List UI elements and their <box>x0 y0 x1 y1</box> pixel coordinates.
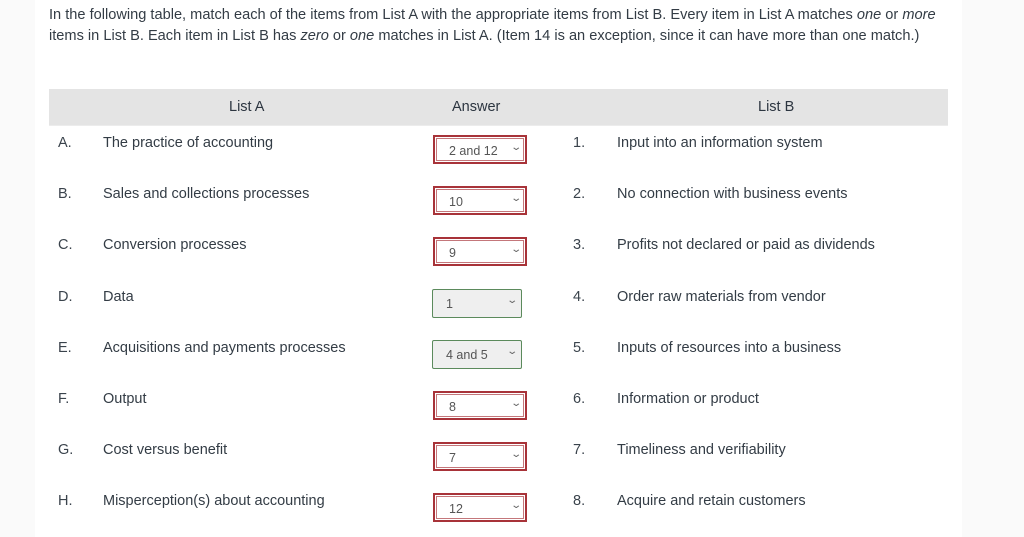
table-row: B. Sales and collections processes 10 ⌄ 2. No… <box>35 177 962 228</box>
answer-dropdown[interactable]: 12 ⌄ <box>433 493 527 523</box>
table-row: C. Conversion processes 9 ⌄ 3. Profits not de… <box>35 228 962 279</box>
instructions-emphasis: zero <box>300 28 329 44</box>
chevron-down-icon: ⌄ <box>509 500 522 512</box>
answer-dropdown[interactable]: 9 ⌄ <box>433 237 527 267</box>
answer-value: 12 <box>449 502 463 517</box>
answer-dropdown[interactable]: 7 ⌄ <box>433 442 527 472</box>
instructions-text: matches in List A. (Item 14 is an except… <box>374 28 920 44</box>
instructions-text: items in List B. Each item in List B has <box>49 28 301 44</box>
list-a-letter: G. <box>58 442 74 459</box>
list-b-item: Information or product <box>617 391 759 407</box>
list-a-letter: F. <box>58 391 70 407</box>
answer-dropdown[interactable]: 4 and 5 ⌄ <box>432 339 522 369</box>
list-a-letter: A. <box>58 135 72 151</box>
answer-value: 4 and 5 <box>446 347 488 362</box>
answer-value: 9 <box>449 246 456 261</box>
list-b-number: 6. <box>573 391 586 407</box>
answer-value: 10 <box>449 195 463 210</box>
list-a-letter: E. <box>58 339 72 356</box>
list-a-item: Conversion processes <box>103 237 247 254</box>
list-a-letter: D. <box>58 288 73 305</box>
list-b-number: 4. <box>573 288 586 305</box>
answer-value: 2 and 12 <box>449 144 498 158</box>
list-b-number: 5. <box>573 339 586 356</box>
table-row: G. Cost versus benefit 7 ⌄ 7. Timeliness and … <box>35 433 962 484</box>
chevron-down-icon: ⌄ <box>509 398 522 409</box>
list-b-item: Acquire and retain customers <box>617 493 806 510</box>
list-a-letter: H. <box>58 493 73 510</box>
table-row: D. Data 1 ⌄ 4. Order raw materials from vendo… <box>35 280 962 331</box>
answer-dropdown[interactable]: 2 and 12 ⌄ <box>433 135 527 164</box>
list-b-item: Inputs of resources into a business <box>617 339 842 356</box>
list-b-number: 8. <box>573 493 586 510</box>
list-b-number: 3. <box>573 237 586 254</box>
list-b-item: Profits not declared or paid as dividend… <box>617 237 875 254</box>
chevron-down-icon: ⌄ <box>509 193 522 205</box>
answer-dropdown[interactable]: 8 ⌄ <box>433 391 527 420</box>
header-answer: Answer <box>452 99 501 115</box>
list-b-item: Input into an information system <box>617 135 823 151</box>
instructions-emphasis: one <box>349 28 375 44</box>
list-b-item: No connection with business events <box>617 186 848 203</box>
list-a-letter: C. <box>58 237 73 254</box>
list-a-item: Sales and collections processes <box>103 186 310 203</box>
list-a-item: Data <box>103 288 134 305</box>
answer-value: 7 <box>449 451 456 466</box>
table-row: H. Misperception(s) about accounting 12 ⌄ 8.… <box>35 484 962 535</box>
list-a-item: Output <box>103 391 147 407</box>
list-b-item: Order raw materials from vendor <box>617 288 826 305</box>
table-header: List A Answer List B <box>49 89 948 126</box>
list-b-number: 1. <box>573 135 586 151</box>
answer-dropdown[interactable]: 1 ⌄ <box>432 288 522 318</box>
instructions-emphasis: more <box>902 7 936 23</box>
answer-value: 8 <box>449 400 456 414</box>
question-page: In the following table, match each of th… <box>35 0 962 537</box>
answer-value: 1 <box>446 296 453 311</box>
chevron-down-icon: ⌄ <box>505 294 518 306</box>
instructions-text: In the following table, match each of th… <box>49 7 857 23</box>
list-b-number: 2. <box>573 186 586 203</box>
question-instructions: In the following table, match each of th… <box>49 5 939 47</box>
header-list-a: List A <box>229 99 265 115</box>
list-a-item: Misperception(s) about accounting <box>103 493 325 510</box>
table-row: E. Acquisitions and payments processes 4 a… <box>35 331 962 382</box>
answer-dropdown[interactable]: 10 ⌄ <box>433 186 527 216</box>
list-b-number: 7. <box>573 442 586 459</box>
list-a-item: Acquisitions and payments processes <box>103 339 346 356</box>
chevron-down-icon: ⌄ <box>509 244 522 256</box>
header-list-b: List B <box>758 99 795 115</box>
chevron-down-icon: ⌄ <box>509 449 522 461</box>
chevron-down-icon: ⌄ <box>509 142 522 153</box>
list-a-item: The practice of accounting <box>103 135 274 151</box>
table-row: A. The practice of accounting 2 and 12 ⌄ 1. I… <box>35 126 962 177</box>
list-a-item: Cost versus benefit <box>103 442 228 459</box>
table-row: F. Output 8 ⌄ 6. Information or product <box>35 382 962 433</box>
list-b-item: Timeliness and verifiability <box>617 442 786 459</box>
chevron-down-icon: ⌄ <box>505 345 518 357</box>
list-a-letter: B. <box>58 186 72 203</box>
instructions-text: or <box>881 7 903 23</box>
instructions-text: or <box>328 28 350 44</box>
instructions-emphasis: one <box>856 7 882 23</box>
